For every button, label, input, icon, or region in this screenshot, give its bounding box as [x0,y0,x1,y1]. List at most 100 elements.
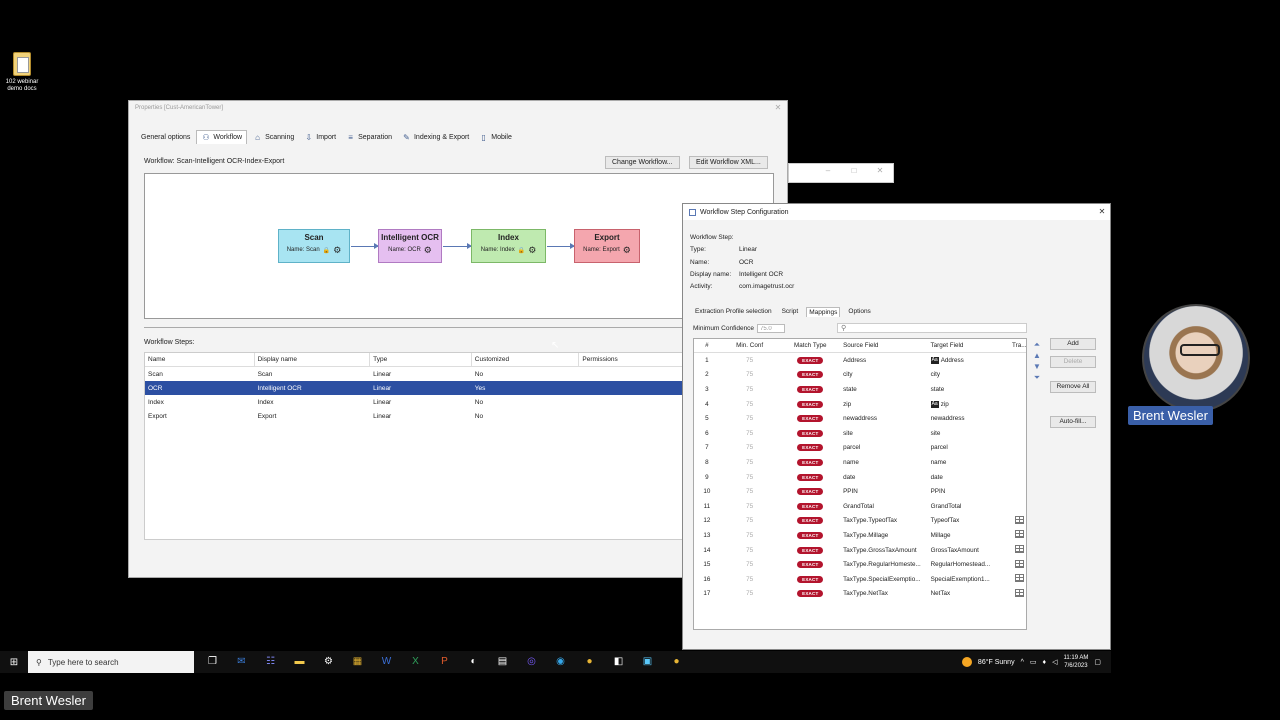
table-row[interactable]: 8 75 EXACT name name [694,455,1026,470]
min-confidence-input[interactable] [757,324,786,333]
app-icon[interactable]: ▦ [349,655,366,669]
notification-icon[interactable]: ▢ [1094,658,1101,666]
word-icon[interactable]: W [378,655,395,669]
tab-extraction-profile[interactable]: Extraction Profile selection [693,307,774,317]
change-workflow-button[interactable]: Change Workflow... [605,156,680,169]
table-grid-icon[interactable] [1014,559,1024,568]
match-type-badge[interactable]: EXACT [797,488,824,496]
table-grid-icon[interactable] [1014,545,1024,554]
gear-icon[interactable]: ⚙ [333,246,341,255]
match-type-badge[interactable]: EXACT [797,385,824,393]
match-type-badge[interactable]: EXACT [797,458,824,466]
table-grid-icon[interactable] [1014,530,1024,539]
node-index[interactable]: Index Name: Index 🔒 ⚙ [471,229,546,263]
tab-script[interactable]: Script [780,307,801,317]
table-row[interactable]: 1 75 EXACT Address Aa Address [694,353,1026,368]
edge-icon[interactable]: ◉ [552,655,569,669]
match-type-badge[interactable]: EXACT [797,356,824,364]
desktop-icon-webinar-docs[interactable]: 102 webinar demo docs [2,52,42,93]
table-row[interactable]: Export Export Linear No [145,409,683,423]
network-icon[interactable]: ▭ [1030,658,1037,666]
volume-icon[interactable]: ◁ [1052,658,1057,666]
table-row[interactable]: OCR Intelligent OCR Linear Yes [145,381,683,395]
outlook-icon[interactable]: ✉ [233,655,250,669]
chrome-icon[interactable]: ● [581,655,598,669]
mic-icon[interactable]: ♦ [1043,659,1047,666]
match-type-badge[interactable]: EXACT [797,502,824,510]
move-down-icon[interactable]: ▼ [1032,361,1042,372]
teams-icon[interactable]: ☷ [262,655,279,669]
table-row[interactable]: 14 75 EXACT TaxType.GrossTaxAmount GrossTaxA… [694,543,1026,558]
settings-icon[interactable]: ⚙ [320,655,337,669]
tab-scanning[interactable]: ⌂ Scanning [249,130,298,144]
tab-general-options[interactable]: General options [137,130,194,144]
calculator-icon[interactable]: ▤ [494,655,511,669]
auto-fill-button[interactable]: Auto-fill... [1050,416,1096,428]
remove-all-button[interactable]: Remove All [1050,381,1096,393]
gear-icon[interactable]: ⚙ [424,246,432,255]
minimize-icon[interactable]: – [823,166,833,176]
tab-options[interactable]: Options [846,307,872,317]
match-type-badge[interactable]: EXACT [797,371,824,379]
powerpoint-icon[interactable]: P [436,655,453,669]
table-row[interactable]: 3 75 EXACT state state [694,382,1026,397]
clock[interactable]: 11:19 AM 7/6/2023 [1063,654,1088,670]
table-row[interactable]: 16 75 EXACT TaxType.SpecialExemptio... Speci… [694,572,1026,587]
table-grid-icon[interactable] [1014,574,1024,583]
chrome-icon[interactable]: ● [668,655,685,669]
move-top-icon[interactable]: ⏶ [1032,339,1042,350]
move-up-icon[interactable]: ▲ [1032,350,1042,361]
node-scan[interactable]: Scan Name: Scan 🔒 ⚙ [278,229,350,263]
close-icon[interactable]: ✕ [1097,207,1107,217]
add-button[interactable]: Add [1050,338,1096,350]
match-type-badge[interactable]: EXACT [797,415,824,423]
table-row[interactable]: 9 75 EXACT date date [694,470,1026,485]
tab-separation[interactable]: ≡ Separation [342,130,396,144]
match-type-badge[interactable]: EXACT [797,400,824,408]
chevron-up-icon[interactable]: ^ [1021,659,1024,666]
node-intelligent-ocr[interactable]: Intelligent OCR Name: OCR ⚙ [378,229,442,263]
table-row[interactable]: 6 75 EXACT site site [694,426,1026,441]
match-type-badge[interactable]: EXACT [797,429,824,437]
table-grid-icon[interactable] [1014,588,1024,597]
app-icon[interactable]: ◐ [465,655,482,669]
table-row[interactable]: 17 75 EXACT TaxType.NetTax NetTax [694,587,1026,602]
match-type-badge[interactable]: EXACT [797,517,824,525]
taskbar-search[interactable]: ⚲ Type here to search [28,651,194,673]
table-row[interactable]: 10 75 EXACT PPIN PPIN [694,484,1026,499]
table-grid-icon[interactable] [1014,515,1024,524]
match-type-badge[interactable]: EXACT [797,473,824,481]
mapping-search-input[interactable]: ⚲ [837,323,1027,333]
table-row[interactable]: Index Index Linear No [145,395,683,409]
gear-icon[interactable]: ⚙ [623,246,631,255]
app-icon[interactable]: ◎ [523,655,540,669]
gear-icon[interactable]: ⚙ [528,246,536,255]
close-icon[interactable]: ✕ [773,103,783,113]
table-row[interactable]: 7 75 EXACT parcel parcel [694,441,1026,456]
excel-icon[interactable]: X [407,655,424,669]
match-type-badge[interactable]: EXACT [797,590,824,598]
table-row[interactable]: 13 75 EXACT TaxType.Millage Millage [694,528,1026,543]
tab-mappings[interactable]: Mappings [806,307,841,317]
tab-mobile[interactable]: ▯ Mobile [475,130,516,144]
close-icon[interactable]: ✕ [875,166,885,176]
table-row[interactable]: 2 75 EXACT city city [694,368,1026,383]
delete-button[interactable]: Delete [1050,356,1096,368]
match-type-badge[interactable]: EXACT [797,575,824,583]
windows-start-icon[interactable]: ⊞ [0,657,28,668]
match-type-badge[interactable]: EXACT [797,531,824,539]
table-row[interactable]: 11 75 EXACT GrandTotal GrandTotal [694,499,1026,514]
weather-text[interactable]: 86°F Sunny [978,659,1015,666]
table-row[interactable]: 15 75 EXACT TaxType.RegularHomeste... Regula… [694,557,1026,572]
task-view-icon[interactable]: ❐ [204,655,221,669]
table-row[interactable]: 12 75 EXACT TaxType.TypeofTax TypeofTax [694,514,1026,529]
maximize-icon[interactable]: □ [849,166,859,176]
table-row[interactable]: 4 75 EXACT zip Aa zip [694,397,1026,412]
match-type-badge[interactable]: EXACT [797,444,824,452]
tab-workflow[interactable]: ⚇ Workflow [196,130,248,144]
table-row[interactable]: 5 75 EXACT newaddress newaddress [694,411,1026,426]
match-type-badge[interactable]: EXACT [797,546,824,554]
table-row[interactable]: Scan Scan Linear No [145,367,683,381]
file-explorer-icon[interactable]: ▬ [291,655,308,669]
tab-indexing-export[interactable]: ✎ Indexing & Export [398,130,473,144]
